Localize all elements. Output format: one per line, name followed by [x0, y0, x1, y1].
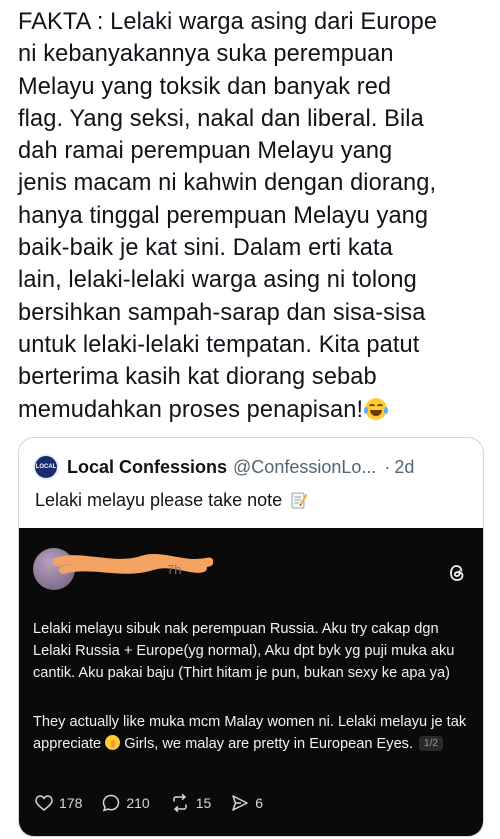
shushing-face-icon — [105, 735, 121, 750]
quoted-tweet-header: LOCAL Local Confessions @ConfessionLo...… — [33, 454, 471, 480]
tweet-body: FAKTA : Lelaki warga asing dari Europe n… — [18, 9, 438, 423]
quoted-tweet-text: Lelaki melayu please take note — [35, 490, 308, 511]
face-with-tears-of-joy-icon — [364, 397, 389, 420]
reply-button[interactable]: 210 — [102, 794, 150, 812]
threads-action-bar: 178 210 15 6 — [35, 794, 283, 812]
threads-paragraph-1: Lelaki melayu sibuk nak perempuan Russia… — [33, 621, 455, 681]
quoted-timestamp[interactable]: 2d — [394, 457, 414, 478]
quoted-author-handle[interactable]: @ConfessionLo... — [233, 457, 376, 478]
quoted-text-body: Lelaki melayu please take note — [35, 490, 283, 510]
threads-timestamp: 7h — [167, 562, 182, 577]
repost-button[interactable]: 15 — [170, 794, 212, 812]
share-button[interactable]: 6 — [231, 794, 263, 812]
separator-dot: · — [384, 456, 391, 477]
memo-icon — [291, 492, 308, 509]
comment-icon — [103, 794, 120, 812]
repost-icon — [172, 794, 187, 812]
redaction-scribble — [53, 554, 213, 574]
tweet-text: FAKTA : Lelaki warga asing dari Europe n… — [18, 6, 488, 426]
quoted-author-name[interactable]: Local Confessions — [67, 457, 227, 478]
threads-logo-icon — [450, 565, 464, 581]
reply-count: 210 — [126, 795, 150, 811]
quoted-tweet-card[interactable]: LOCAL Local Confessions @ConfessionLo...… — [18, 437, 484, 837]
page-indicator-badge: 1/2 — [419, 736, 443, 751]
heart-icon — [35, 795, 53, 811]
threads-paragraph-2: They actually like muka mcm Malay women … — [33, 714, 467, 752]
like-count: 178 — [59, 795, 83, 811]
embedded-screenshot[interactable]: 7h Lelaki melayu sibuk nak perempuan Rus… — [19, 528, 483, 836]
like-button[interactable]: 178 — [35, 795, 82, 811]
repost-count: 15 — [195, 795, 212, 811]
avatar[interactable]: LOCAL — [33, 454, 59, 480]
send-icon — [232, 795, 249, 811]
share-count: 6 — [255, 795, 264, 811]
